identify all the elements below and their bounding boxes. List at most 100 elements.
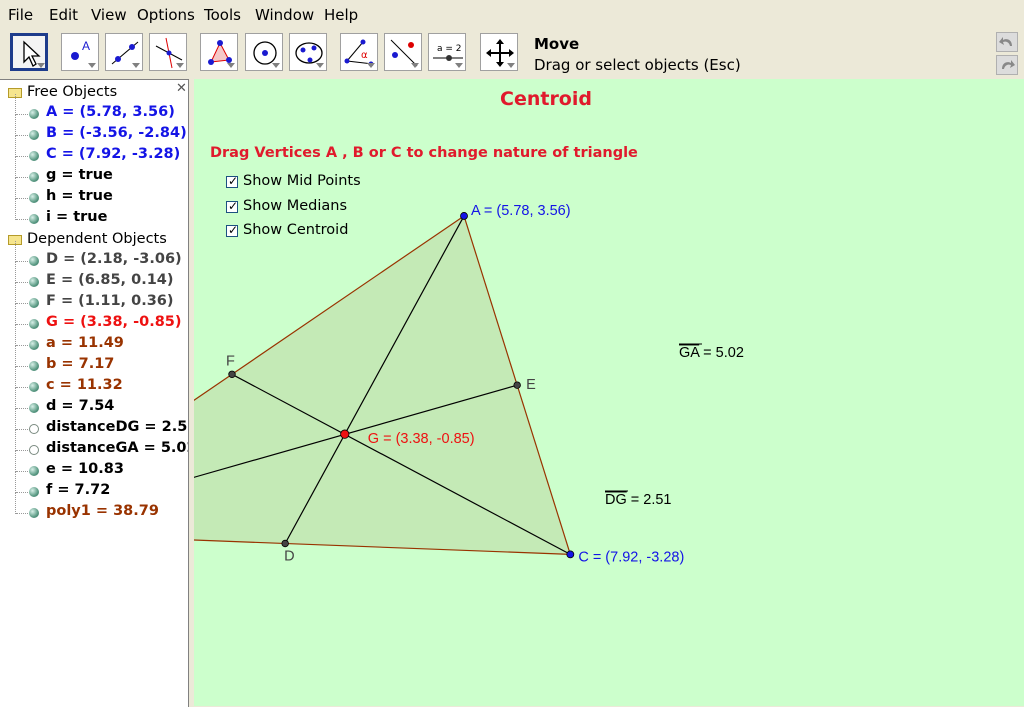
visible-toggle-icon[interactable] <box>29 214 39 224</box>
tree-line <box>15 325 17 346</box>
visible-toggle-icon[interactable] <box>29 466 39 476</box>
algebra-object-row[interactable]: D = (2.18, -3.06) <box>0 241 188 272</box>
menu-edit[interactable]: Edit <box>49 6 78 24</box>
tool-submenu-arrow-icon <box>367 63 375 68</box>
algebra-object-row[interactable]: distanceGA = 5.02 <box>0 430 189 461</box>
svg-text:A: A <box>82 39 90 53</box>
visible-toggle-icon[interactable] <box>29 340 39 350</box>
tree-line <box>16 387 28 388</box>
visible-toggle-icon[interactable] <box>29 487 39 497</box>
folder-label: Free Objects <box>27 84 118 100</box>
algebra-object-row[interactable]: d = 7.54 <box>0 388 188 419</box>
algebra-object-label: i = true <box>46 209 108 225</box>
algebra-object-label: h = true <box>46 188 113 204</box>
algebra-object-row[interactable]: e = 10.83 <box>0 451 188 482</box>
menu-window[interactable]: Window <box>255 6 314 24</box>
algebra-object-label: F = (1.11, 0.36) <box>46 293 174 309</box>
tree-line <box>16 492 28 493</box>
menu-help[interactable]: Help <box>324 6 358 24</box>
visible-toggle-icon[interactable] <box>29 508 39 518</box>
checkmark-icon: ✓ <box>228 223 239 237</box>
polygon-tool-button[interactable] <box>200 33 238 71</box>
tool-submenu-arrow-icon <box>507 63 515 68</box>
graphics-view[interactable]: A = (5.78, 3.56)B = (-3.56, -2.84)C = (7… <box>194 79 1024 706</box>
tree-line <box>16 408 28 409</box>
page-title: Centroid <box>500 88 592 110</box>
algebra-object-row[interactable]: distanceDG = 2.51 <box>0 409 188 440</box>
algebra-object-row[interactable]: a = 11.49 <box>0 325 188 356</box>
algebra-object-row[interactable]: h = true <box>0 178 188 209</box>
tree-line <box>16 513 28 514</box>
point-g <box>340 429 350 439</box>
algebra-object-row[interactable]: E = (6.85, 0.14) <box>0 262 188 293</box>
algebra-object-row[interactable]: i = true <box>0 199 188 230</box>
menu-bar: File Edit View Options Tools Window Help <box>0 0 1024 29</box>
algebra-object-row[interactable]: F = (1.11, 0.36) <box>0 283 188 314</box>
algebra-object-row[interactable]: G = (3.38, -0.85) <box>0 304 188 335</box>
menu-tools[interactable]: Tools <box>204 6 241 24</box>
menu-view[interactable]: View <box>91 6 127 24</box>
algebra-object-label: A = (5.78, 3.56) <box>46 104 175 120</box>
visible-toggle-icon[interactable] <box>29 151 39 161</box>
algebra-object-label: C = (7.92, -3.28) <box>46 146 181 162</box>
visible-toggle-icon[interactable] <box>29 298 39 308</box>
checkbox-box[interactable]: ✓ <box>226 174 238 188</box>
algebra-object-label: d = 7.54 <box>46 398 115 414</box>
tool-submenu-arrow-icon <box>88 63 96 68</box>
visible-toggle-icon[interactable] <box>29 382 39 392</box>
hidden-toggle-icon[interactable] <box>29 445 39 455</box>
checkbox-box[interactable]: ✓ <box>226 199 238 213</box>
visible-toggle-icon[interactable] <box>29 256 39 266</box>
visible-toggle-icon[interactable] <box>29 172 39 182</box>
tree-line <box>16 135 28 136</box>
algebra-object-row[interactable]: b = 7.17 <box>0 346 188 377</box>
point-f <box>228 370 236 378</box>
tree-line <box>16 450 28 451</box>
tree-line <box>16 303 28 304</box>
new-point-tool-button[interactable]: A <box>61 33 99 71</box>
tree-line <box>16 219 28 220</box>
algebra-object-row[interactable]: B = (-3.56, -2.84) <box>0 115 188 146</box>
visible-toggle-icon[interactable] <box>29 403 39 413</box>
redo-button[interactable] <box>996 55 1018 75</box>
algebra-object-label: a = 11.49 <box>46 335 124 351</box>
algebra-object-row[interactable]: A = (5.78, 3.56) <box>0 94 188 125</box>
close-algebra-icon[interactable]: ✕ <box>176 81 187 96</box>
visible-toggle-icon[interactable] <box>29 277 39 287</box>
tool-submenu-arrow-icon <box>455 63 463 68</box>
algebra-object-label: c = 11.32 <box>46 377 123 393</box>
move-tool-icon <box>23 40 41 67</box>
algebra-object-row[interactable]: C = (7.92, -3.28) <box>0 136 188 167</box>
line-tool-button[interactable] <box>105 33 143 71</box>
algebra-object-row[interactable]: poly1 = 38.79 <box>0 493 188 524</box>
algebra-object-row[interactable]: g = true <box>0 157 188 188</box>
slider-tool-button[interactable]: a = 2 <box>428 33 466 71</box>
move-tool-button[interactable] <box>10 33 48 71</box>
reflect-tool-button[interactable] <box>384 33 422 71</box>
algebra-object-row[interactable]: f = 7.72 <box>0 472 188 503</box>
algebra-object-label: b = 7.17 <box>46 356 115 372</box>
tree-line <box>15 346 17 367</box>
move-graphics-view-tool-button[interactable] <box>480 33 518 71</box>
visible-toggle-icon[interactable] <box>29 193 39 203</box>
visible-toggle-icon[interactable] <box>29 361 39 371</box>
hidden-toggle-icon[interactable] <box>29 424 39 434</box>
circle-tool-button[interactable] <box>245 33 283 71</box>
visible-toggle-icon[interactable] <box>29 130 39 140</box>
undo-button[interactable] <box>996 32 1018 52</box>
checkbox-box[interactable]: ✓ <box>226 223 239 237</box>
angle-tool-button[interactable]: α <box>340 33 378 71</box>
algebra-object-label: g = true <box>46 167 113 183</box>
tree-line <box>15 409 17 430</box>
svg-text:α: α <box>361 50 368 61</box>
conic-tool-button[interactable] <box>289 33 327 71</box>
perpendicular-line-tool-button[interactable] <box>149 33 187 71</box>
visible-toggle-icon[interactable] <box>29 109 39 119</box>
menu-options[interactable]: Options <box>137 6 195 24</box>
visible-toggle-icon[interactable] <box>29 319 39 329</box>
tool-submenu-arrow-icon <box>227 63 235 68</box>
algebra-object-row[interactable]: c = 11.32 <box>0 367 188 398</box>
label-point-e: E <box>526 377 536 393</box>
menu-file[interactable]: File <box>8 6 33 24</box>
algebra-object-label: distanceGA = 5.02 <box>46 440 189 456</box>
